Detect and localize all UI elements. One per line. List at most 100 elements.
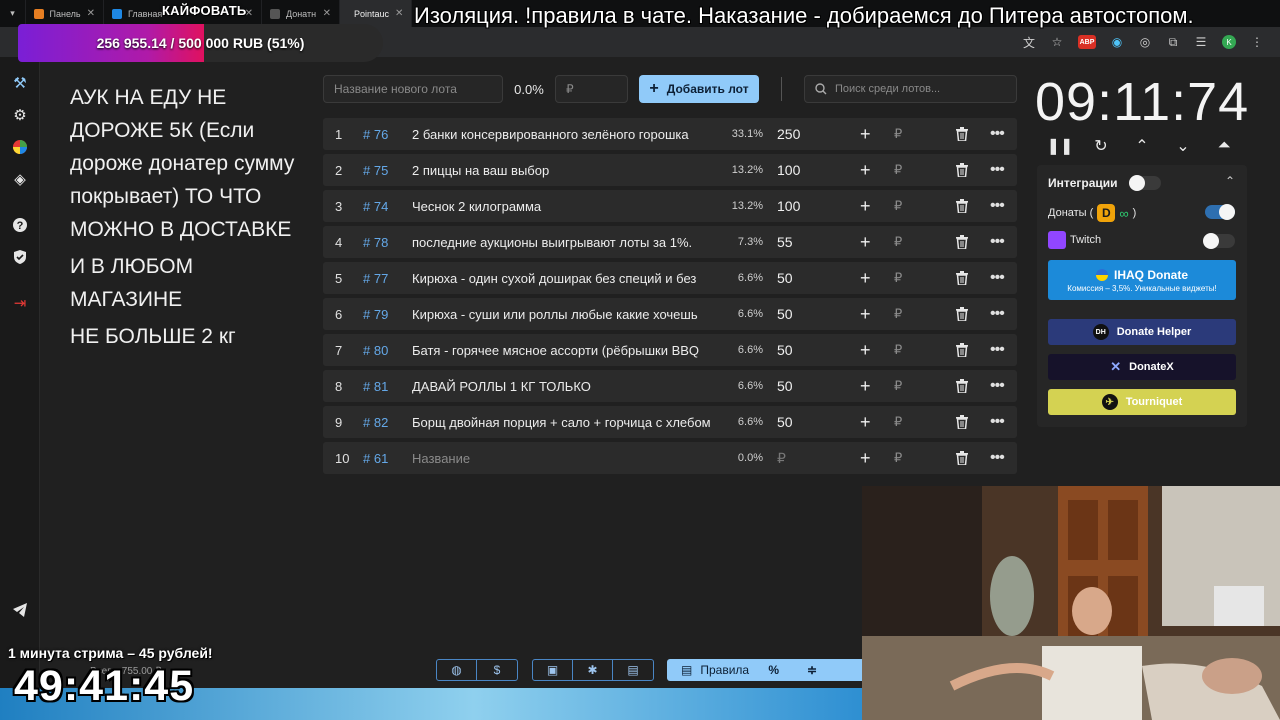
collapse-chevron-icon[interactable]: ⌃: [1225, 174, 1235, 188]
lot-amount-input[interactable]: 250: [777, 118, 800, 150]
more-options-icon[interactable]: •••: [990, 370, 1005, 402]
delete-lot-trash-icon[interactable]: [956, 154, 968, 186]
lot-row[interactable]: 6 # 79 Кирюха - суши или роллы любые какие…: [323, 298, 1017, 330]
lot-name-input[interactable]: Батя - горячее мясное ассорти (рёбрышки …: [412, 334, 712, 366]
lot-name-input[interactable]: Кирюха - один сухой доширак без специй и…: [412, 262, 712, 294]
percent-icon[interactable]: %: [768, 663, 779, 677]
lot-name-input[interactable]: 2 банки консервированного зелёного горош…: [412, 118, 712, 150]
adblock-extension-icon[interactable]: ABP: [1078, 35, 1096, 49]
donate-helper-button[interactable]: DH Donate Helper: [1048, 319, 1236, 345]
lot-row[interactable]: 5 # 77 Кирюха - один сухой доширак без спе…: [323, 262, 1017, 294]
translate-icon[interactable]: 文: [1022, 35, 1036, 50]
add-amount-plus-icon[interactable]: +: [860, 262, 871, 294]
add-amount-plus-icon[interactable]: +: [860, 334, 871, 366]
new-lot-amount-input[interactable]: ₽: [555, 75, 628, 103]
lot-amount-input[interactable]: 50: [777, 406, 793, 438]
chevron-down-icon[interactable]: ⌄: [1172, 135, 1194, 157]
integrations-toggle[interactable]: [1129, 175, 1161, 191]
split-icon[interactable]: ≑: [807, 663, 817, 677]
add-amount-input[interactable]: ₽: [894, 226, 902, 258]
add-amount-plus-icon[interactable]: +: [860, 442, 871, 474]
browser-tab-donation[interactable]: Донатн ✕: [262, 0, 340, 27]
lot-name-input[interactable]: Название: [412, 442, 712, 474]
add-amount-input[interactable]: ₽: [894, 334, 902, 366]
donations-toggle[interactable]: [1205, 204, 1235, 220]
pause-icon[interactable]: ❚❚: [1047, 135, 1074, 157]
more-options-icon[interactable]: •••: [990, 406, 1005, 438]
reset-icon[interactable]: ↻: [1090, 135, 1112, 157]
rules-button[interactable]: ▤ Правила % ≑: [667, 659, 867, 681]
add-amount-plus-icon[interactable]: +: [860, 118, 871, 150]
lot-amount-input[interactable]: 100: [777, 154, 800, 186]
bug-icon[interactable]: ✱: [573, 660, 613, 680]
add-amount-plus-icon[interactable]: +: [860, 190, 871, 222]
add-amount-plus-icon[interactable]: +: [860, 154, 871, 186]
add-amount-input[interactable]: ₽: [894, 262, 902, 294]
delete-lot-trash-icon[interactable]: [956, 262, 968, 294]
lot-name-input[interactable]: 2 пиццы на ваш выбор: [412, 154, 712, 186]
lot-row[interactable]: 2 # 75 2 пиццы на ваш выбор 13.2% 100 + ₽ •••: [323, 154, 1017, 186]
delete-lot-trash-icon[interactable]: [956, 370, 968, 402]
lot-name-input[interactable]: Чеснок 2 килограмма: [412, 190, 712, 222]
telegram-icon[interactable]: [10, 600, 30, 620]
lot-row[interactable]: 1 # 76 2 банки консервированного зелёного …: [323, 118, 1017, 150]
lot-search-input[interactable]: Поиск среди лотов...: [804, 75, 1017, 103]
add-amount-plus-icon[interactable]: +: [860, 226, 871, 258]
settings-gear-icon[interactable]: ⚙: [10, 105, 30, 125]
layers-icon[interactable]: ◈: [10, 169, 30, 189]
add-amount-input[interactable]: ₽: [894, 370, 902, 402]
delete-lot-trash-icon[interactable]: [956, 118, 968, 150]
close-tab-icon[interactable]: ✕: [87, 8, 95, 19]
delete-lot-trash-icon[interactable]: [956, 298, 968, 330]
lot-amount-input[interactable]: 100: [777, 190, 800, 222]
close-tab-icon[interactable]: ✕: [395, 8, 403, 19]
lot-name-input[interactable]: Борщ двойная порция + сало + горчица с х…: [412, 406, 712, 438]
add-amount-input[interactable]: ₽: [894, 298, 902, 330]
ihaq-donate-button[interactable]: IHAQ Donate Комиссия – 3,5%. Уникальные …: [1048, 260, 1236, 300]
add-amount-input[interactable]: ₽: [894, 154, 902, 186]
add-amount-plus-icon[interactable]: +: [860, 370, 871, 402]
double-chevron-up-icon[interactable]: ⏶: [1213, 135, 1235, 157]
lot-amount-input[interactable]: ₽: [777, 442, 786, 474]
lot-name-input[interactable]: Кирюха - суши или роллы любые какие хоче…: [412, 298, 712, 330]
more-options-icon[interactable]: •••: [990, 262, 1005, 294]
chevron-up-icon[interactable]: ⌃: [1131, 135, 1153, 157]
auction-hammer-icon[interactable]: ⚒: [10, 73, 30, 93]
donatex-button[interactable]: ✕ DonateX: [1048, 354, 1236, 380]
more-options-icon[interactable]: •••: [990, 118, 1005, 150]
lot-amount-input[interactable]: 55: [777, 226, 793, 258]
extension-icon[interactable]: ◉: [1110, 35, 1124, 49]
more-options-icon[interactable]: •••: [990, 298, 1005, 330]
delete-lot-trash-icon[interactable]: [956, 226, 968, 258]
tab-menu-button[interactable]: ▾: [0, 0, 26, 27]
delete-lot-trash-icon[interactable]: [956, 334, 968, 366]
more-options-icon[interactable]: •••: [990, 190, 1005, 222]
delete-all-icon[interactable]: ▤: [613, 660, 653, 680]
more-options-icon[interactable]: •••: [990, 334, 1005, 366]
extensions-puzzle-icon[interactable]: ⧉: [1166, 35, 1180, 49]
add-amount-input[interactable]: ₽: [894, 442, 902, 474]
wheel-icon[interactable]: [10, 137, 30, 157]
lot-row[interactable]: 3 # 74 Чеснок 2 килограмма 13.2% 100 + ₽ •••: [323, 190, 1017, 222]
browser-tab-pointauc[interactable]: Pointauc ✕: [340, 0, 412, 27]
twitch-toggle[interactable]: [1203, 233, 1235, 249]
delete-lot-trash-icon[interactable]: [956, 190, 968, 222]
help-icon[interactable]: ?: [10, 215, 30, 235]
tourniquet-button[interactable]: ✈ Tourniquet: [1048, 389, 1236, 415]
lot-row[interactable]: 10 # 61 Название 0.0% ₽ + ₽ •••: [323, 442, 1017, 474]
close-tab-icon[interactable]: ✕: [323, 8, 331, 19]
lot-amount-input[interactable]: 50: [777, 334, 793, 366]
lot-name-input[interactable]: последние аукционы выигрывают лоты за 1%…: [412, 226, 712, 258]
lot-amount-input[interactable]: 50: [777, 370, 793, 402]
lot-amount-input[interactable]: 50: [777, 298, 793, 330]
lot-name-input[interactable]: ДАВАЙ РОЛЛЫ 1 КГ ТОЛЬКО: [412, 370, 712, 402]
lot-row[interactable]: 7 # 80 Батя - горячее мясное ассорти (рёбр…: [323, 334, 1017, 366]
reading-list-icon[interactable]: ☰: [1194, 35, 1208, 49]
more-options-icon[interactable]: •••: [990, 442, 1005, 474]
bookmark-star-icon[interactable]: ☆: [1050, 35, 1064, 49]
more-options-icon[interactable]: •••: [990, 226, 1005, 258]
save-icon[interactable]: ▣: [533, 660, 573, 680]
delete-lot-trash-icon[interactable]: [956, 406, 968, 438]
lot-row[interactable]: 4 # 78 последние аукционы выигрывают лоты …: [323, 226, 1017, 258]
lot-row[interactable]: 8 # 81 ДАВАЙ РОЛЛЫ 1 КГ ТОЛЬКО 6.6% 50 + ₽ •••: [323, 370, 1017, 402]
